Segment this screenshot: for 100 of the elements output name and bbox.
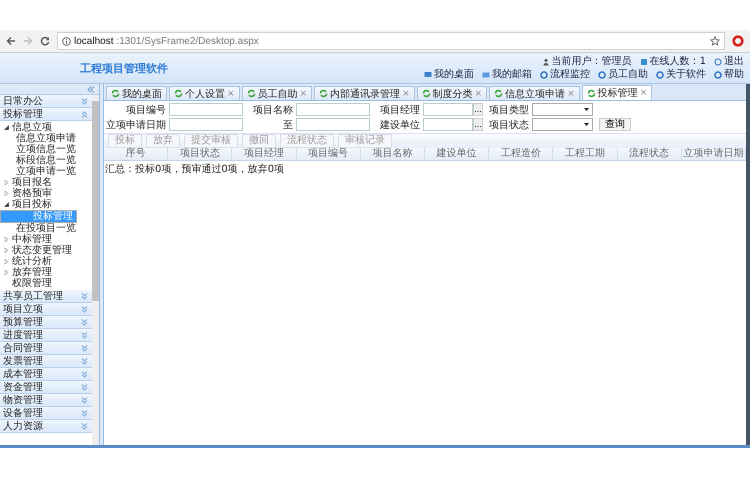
dropdown[interactable] bbox=[532, 103, 593, 116]
chevron-icon bbox=[81, 306, 88, 312]
picker-button[interactable]: ... bbox=[473, 103, 483, 116]
sidebar-section[interactable]: 物资管理 bbox=[0, 394, 92, 407]
tree-item[interactable]: 权限管理 bbox=[0, 278, 92, 289]
sidebar-section[interactable]: 合同管理 bbox=[0, 342, 92, 355]
input-field[interactable] bbox=[296, 103, 370, 116]
about-link[interactable]: 关于软件 bbox=[656, 68, 706, 80]
tab[interactable]: 内部通讯录管理 × bbox=[314, 86, 415, 100]
column-header[interactable]: 项目名称 bbox=[360, 148, 425, 160]
field-label: 项目类型 bbox=[488, 104, 530, 116]
tab[interactable]: 投标管理 × bbox=[582, 85, 652, 100]
query-button[interactable]: 查询 bbox=[599, 118, 631, 131]
monitor-icon bbox=[424, 70, 432, 78]
back-icon[interactable] bbox=[6, 36, 16, 46]
sidebar-section[interactable]: 发票管理 bbox=[0, 355, 92, 368]
column-header[interactable]: 工程造价 bbox=[489, 148, 554, 160]
sidebar-section[interactable]: 共享员工管理 bbox=[0, 290, 92, 303]
tree-item[interactable]: 中标管理 bbox=[0, 234, 92, 245]
sidebar-section[interactable]: 资金管理 bbox=[0, 381, 92, 394]
refresh-icon bbox=[246, 89, 256, 98]
circle-icon bbox=[656, 70, 664, 78]
column-header[interactable]: 项目编号 bbox=[296, 148, 361, 160]
input-field[interactable] bbox=[296, 118, 370, 131]
column-header[interactable]: 立项申请日期 bbox=[682, 148, 746, 160]
collapse-icon[interactable] bbox=[87, 86, 95, 92]
field-label: 项目名称 bbox=[252, 104, 294, 116]
tree-item[interactable]: 项目投标 bbox=[0, 199, 92, 210]
desk-link[interactable]: 我的桌面 bbox=[424, 68, 474, 80]
field-label: 项目状态 bbox=[488, 118, 530, 132]
input-field[interactable] bbox=[423, 118, 473, 131]
reload-icon[interactable] bbox=[40, 36, 50, 46]
chevron-icon bbox=[81, 370, 88, 378]
input-field[interactable] bbox=[169, 103, 243, 116]
star-icon[interactable] bbox=[710, 36, 720, 46]
sidebar-section[interactable]: 进度管理 bbox=[0, 329, 92, 342]
tab[interactable]: 员工自助 × bbox=[242, 86, 312, 100]
sidebar-section[interactable]: 项目立项 bbox=[0, 303, 92, 316]
staff-link[interactable]: 员工自助 bbox=[598, 68, 648, 80]
mail-link[interactable]: 我的邮箱 bbox=[482, 68, 532, 80]
tree-item[interactable]: 统计分析 bbox=[0, 256, 92, 267]
tree-item[interactable]: 立项信息一览 bbox=[0, 144, 92, 155]
column-header[interactable]: 工程工期 bbox=[553, 148, 618, 160]
tree-item[interactable]: 信息立项 bbox=[0, 122, 92, 133]
expander-icon bbox=[4, 237, 9, 242]
tree-item[interactable]: 资格预审 bbox=[0, 188, 92, 199]
tree-item[interactable]: 放弃管理 bbox=[0, 267, 92, 278]
input-field[interactable] bbox=[169, 118, 243, 131]
sidebar-section[interactable]: 投标管理 bbox=[0, 108, 92, 121]
forward-icon[interactable] bbox=[23, 36, 33, 46]
ring-icon[interactable] bbox=[732, 35, 744, 47]
app-title: 工程项目管理软件 bbox=[80, 60, 168, 76]
input-field[interactable] bbox=[423, 103, 473, 116]
status-exit[interactable]: 退出 bbox=[714, 56, 744, 68]
sidebar-section[interactable]: 设备管理 bbox=[0, 407, 92, 420]
refresh-icon bbox=[174, 89, 183, 98]
sidebar-section[interactable]: 人力资源 bbox=[0, 420, 92, 433]
chevron-icon bbox=[81, 384, 88, 390]
status-user: 当前用户：管理员 bbox=[542, 56, 632, 68]
picker-button[interactable]: ... bbox=[473, 118, 483, 131]
column-header[interactable]: 流程状态 bbox=[618, 148, 682, 160]
sidebar-section[interactable]: 成本管理 bbox=[0, 368, 92, 381]
chevron-icon bbox=[81, 344, 88, 352]
chevron-icon bbox=[81, 422, 88, 430]
online-icon bbox=[640, 58, 648, 66]
column-header[interactable]: 序号 bbox=[104, 148, 168, 160]
chevron-icon bbox=[81, 318, 88, 326]
scrollbar[interactable] bbox=[92, 95, 99, 445]
dropdown[interactable] bbox=[532, 118, 593, 131]
tree-item[interactable]: 标段信息一览 bbox=[0, 155, 92, 166]
chevron-icon bbox=[81, 332, 88, 338]
address-bar[interactable]: localhost :1301/SysFrame2/Desktop.aspx bbox=[57, 32, 725, 50]
dropdown-arrow-icon bbox=[584, 108, 589, 111]
column-header[interactable]: 项目状态 bbox=[168, 148, 232, 160]
expander-icon bbox=[4, 270, 9, 275]
sidebar-section[interactable]: 日常办公 bbox=[0, 95, 92, 108]
tree-item[interactable]: 状态变更管理 bbox=[0, 245, 92, 256]
tab[interactable]: 个人设置 × bbox=[169, 86, 240, 100]
field-label: 至 bbox=[282, 118, 294, 132]
column-header[interactable]: 建设单位 bbox=[424, 148, 490, 160]
column-header[interactable]: 项目经理 bbox=[232, 148, 297, 160]
expander-icon bbox=[4, 202, 9, 207]
tree-item[interactable]: 在投项目一览 bbox=[0, 223, 92, 234]
refresh-icon bbox=[111, 89, 120, 98]
field-label: 项目经理 bbox=[379, 104, 421, 116]
exit-icon bbox=[714, 58, 722, 66]
tree-item[interactable]: 项目报名 bbox=[0, 177, 92, 188]
tree-item[interactable]: 信息立项申请 bbox=[0, 133, 92, 144]
tree-item[interactable]: 立项申请一览 bbox=[0, 166, 92, 177]
summary-text: 汇总：投标0项，预审通过0项，放弃0项 bbox=[104, 162, 286, 177]
expander-icon bbox=[4, 191, 9, 196]
help-link[interactable]: 帮助 bbox=[714, 68, 744, 80]
tab[interactable]: 制度分类 × bbox=[416, 86, 488, 100]
tab[interactable]: 我的桌面 bbox=[106, 86, 167, 100]
sidebar-section[interactable]: 预算管理 bbox=[0, 316, 92, 329]
status-online: 在线人数：1 bbox=[640, 56, 706, 68]
info-icon bbox=[62, 36, 71, 46]
circle-icon bbox=[540, 70, 548, 78]
flow-link[interactable]: 流程监控 bbox=[540, 68, 590, 80]
tab[interactable]: 信息立项申请 × bbox=[489, 86, 580, 100]
